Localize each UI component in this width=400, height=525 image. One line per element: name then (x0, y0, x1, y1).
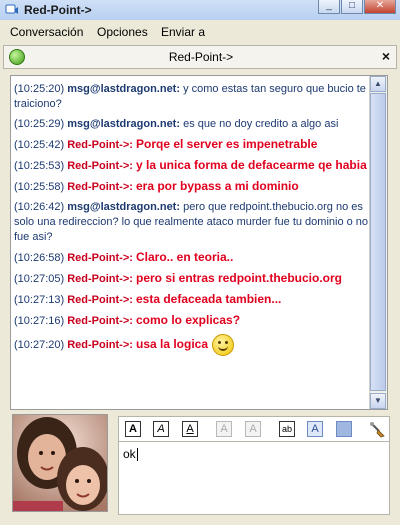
message-timestamp: (10:27:16) (14, 315, 65, 327)
chat-message: (10:25:42) Red-Point->: Porqe el server … (14, 137, 369, 153)
text-caret (136, 448, 138, 462)
app-icon (5, 4, 18, 14)
message-input[interactable]: ok (118, 441, 390, 515)
smiley-icon (212, 334, 235, 356)
scroll-down-button[interactable]: ▼ (370, 393, 386, 409)
chat-message: (10:27:16) Red-Point->: como lo explicas… (14, 313, 369, 329)
chat-message: (10:26:58) Red-Point->: Claro.. en teori… (14, 250, 369, 266)
chat-message: (10:25:20) msg@lastdragon.net: y como es… (14, 82, 369, 112)
format-toolbar: A A A A A ab A (118, 416, 390, 442)
chat-message: (10:27:05) Red-Point->: pero si entras r… (14, 271, 369, 287)
underline-button[interactable]: A (182, 421, 198, 437)
message-timestamp: (10:27:20) (14, 338, 65, 351)
chat-scrollbar[interactable]: ▲ ▼ (369, 76, 387, 409)
message-sender: msg@lastdragon.net: (67, 201, 181, 213)
message-timestamp: (10:25:29) (14, 118, 65, 130)
message-text: Claro.. en teoria.. (135, 250, 234, 264)
message-text: es que no doy credito a algo asi (183, 118, 339, 130)
message-timestamp: (10:25:58) (14, 181, 65, 193)
chat-history[interactable]: (10:25:20) msg@lastdragon.net: y como es… (10, 75, 388, 410)
message-timestamp: (10:25:42) (14, 139, 65, 151)
message-timestamp: (10:26:42) (14, 201, 65, 213)
text-color-button[interactable]: A (307, 421, 323, 437)
chat-message: (10:25:58) Red-Point->: era por bypass a… (14, 179, 369, 195)
message-text: usa la logica (135, 336, 209, 351)
conversation-title: Red-Point-> (168, 50, 234, 64)
message-sender: Red-Point->: (67, 252, 133, 264)
font-size-down-button[interactable]: A (245, 421, 261, 437)
maximize-button[interactable]: □ (341, 0, 363, 14)
brush-icon[interactable] (369, 420, 387, 438)
message-sender: Red-Point->: (67, 181, 133, 193)
close-window-button[interactable]: ✕ (364, 0, 396, 14)
message-sender: Red-Point->: (67, 273, 133, 285)
message-text: esta defaceada tambien... (135, 292, 282, 306)
bold-button[interactable]: A (125, 421, 141, 437)
message-timestamp: (10:25:53) (14, 160, 65, 172)
message-sender: msg@lastdragon.net: (67, 83, 181, 95)
message-sender: Red-Point->: (67, 315, 133, 327)
scroll-thumb[interactable] (370, 93, 386, 391)
menu-opciones[interactable]: Opciones (97, 25, 148, 39)
message-timestamp: (10:25:20) (14, 83, 65, 95)
message-text: como lo explicas? (135, 313, 241, 327)
close-conversation-button[interactable]: × (382, 48, 390, 64)
font-face-button[interactable]: ab (279, 421, 295, 437)
chat-message: (10:25:53) Red-Point->: y la unica forma… (14, 158, 369, 174)
message-sender: Red-Point->: (67, 294, 133, 306)
menu-bar: Conversación Opciones Enviar a (0, 22, 400, 42)
message-timestamp: (10:27:13) (14, 294, 65, 306)
message-text: era por bypass a mi dominio (135, 179, 299, 193)
message-text: y la unica forma de defacearme qe habia (135, 158, 367, 172)
message-sender: Red-Point->: (67, 139, 133, 151)
font-size-up-button[interactable]: A (216, 421, 232, 437)
message-timestamp: (10:27:05) (14, 273, 65, 285)
message-text: pero si entras redpoint.thebucio.org (135, 271, 343, 285)
message-text: Porqe el server es impenetrable (135, 137, 318, 151)
message-input-value: ok (123, 447, 136, 461)
background-color-button[interactable] (336, 421, 352, 437)
minimize-button[interactable]: _ (318, 0, 340, 14)
italic-button[interactable]: A (153, 421, 169, 437)
chat-message: (10:25:29) msg@lastdragon.net: es que no… (14, 117, 369, 132)
message-list: (10:25:20) msg@lastdragon.net: y como es… (14, 82, 369, 361)
message-sender: msg@lastdragon.net: (67, 118, 181, 130)
conversation-header: Red-Point-> × (3, 45, 397, 69)
menu-enviar-a[interactable]: Enviar a (161, 25, 205, 39)
message-sender: Red-Point->: (67, 160, 133, 172)
scroll-up-button[interactable]: ▲ (370, 76, 386, 92)
chat-message: (10:27:20) Red-Point->: usa la logica (14, 334, 369, 356)
message-sender: Red-Point->: (67, 338, 133, 351)
chat-message: (10:26:42) msg@lastdragon.net: pero que … (14, 200, 369, 245)
menu-conversacion[interactable]: Conversación (10, 25, 83, 39)
chat-message: (10:27:13) Red-Point->: esta defaceada t… (14, 292, 369, 308)
window-title: Red-Point-> (24, 3, 92, 17)
window-titlebar[interactable]: Red-Point-> _ □ ✕ (0, 0, 400, 20)
avatar (12, 414, 108, 512)
message-timestamp: (10:26:58) (14, 252, 65, 264)
